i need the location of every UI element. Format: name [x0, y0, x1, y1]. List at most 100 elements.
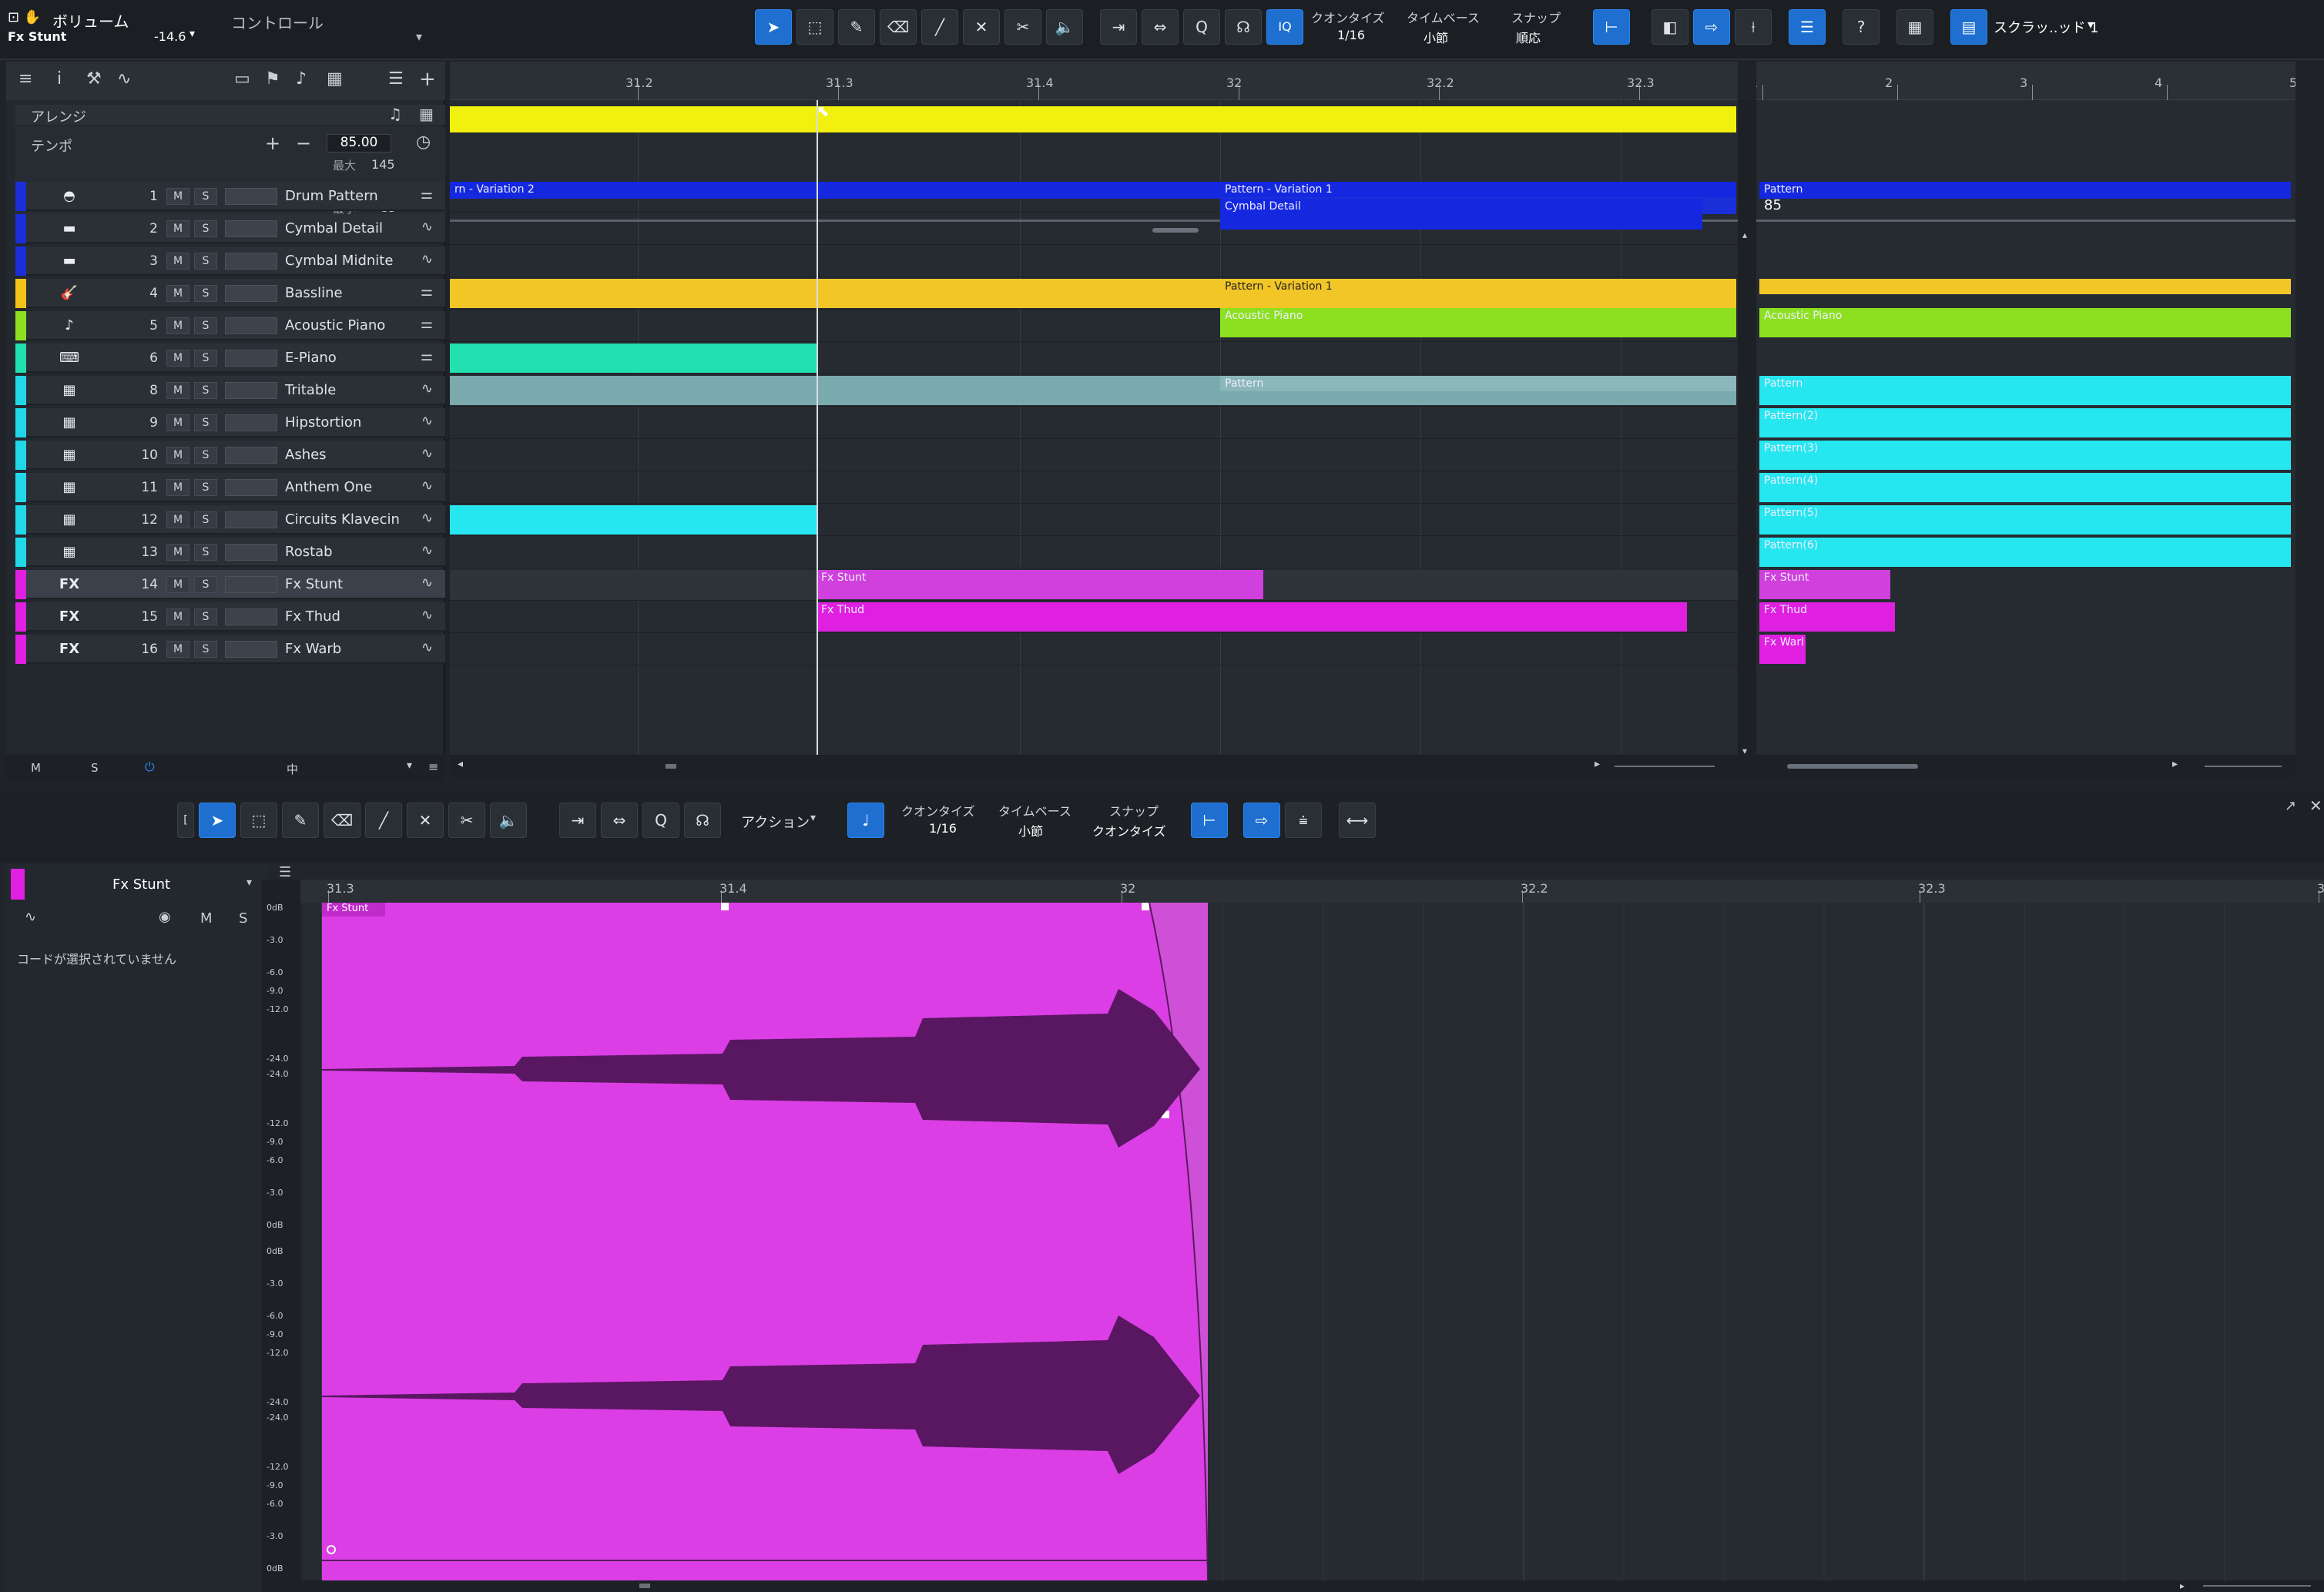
scroll-left-icon[interactable]: ◂	[458, 758, 463, 770]
track-slot[interactable]	[225, 317, 277, 334]
mute-button[interactable]: M	[166, 414, 189, 431]
mute-button[interactable]: M	[166, 511, 189, 528]
editor-zoom-slider[interactable]	[2203, 1585, 2311, 1587]
editor-track-dropdown-icon[interactable]: ▾	[246, 876, 252, 889]
track-row[interactable]: ⌨ 6 M S E-Piano ⚌	[15, 344, 445, 373]
editor-timebase-value[interactable]: 小節	[1018, 821, 1043, 840]
arrangement-clip[interactable]: Fx Warl	[1759, 635, 1806, 664]
editor-h-scrollbar[interactable]: ▸	[300, 1580, 2324, 1592]
arrangement-clip[interactable]: Pattern(3)	[1759, 441, 2291, 470]
action-dropdown-icon[interactable]: ▾	[810, 812, 816, 824]
solo-button[interactable]: S	[194, 285, 217, 302]
arrangement-clip[interactable]: Pattern - Variation 1	[1220, 182, 1736, 199]
tempo-max-value[interactable]: 145	[371, 157, 395, 172]
quantize-q-button[interactable]: Q	[1183, 9, 1220, 45]
solo-button[interactable]: S	[194, 382, 217, 399]
timebase-value[interactable]: 小節	[1424, 28, 1448, 46]
track-row[interactable]: 🎸 4 M S Bassline ⚌	[15, 279, 445, 308]
solo-button[interactable]: S	[194, 544, 217, 561]
v-scroll-up-icon[interactable]: ▴	[1742, 230, 1747, 240]
track-lane[interactable]	[450, 246, 1738, 277]
eraser-tool-button[interactable]: ⌫	[880, 9, 917, 45]
scratchpad-ruler[interactable]: 1 2 3 4 5	[1756, 62, 2295, 100]
grid-icon[interactable]: ▦	[327, 69, 343, 89]
mute-button[interactable]: M	[166, 317, 189, 334]
track-name[interactable]: Cymbal Detail	[285, 220, 383, 236]
track-automation-icon[interactable]: ∿	[421, 478, 433, 494]
tempo-add-icon[interactable]: +	[265, 132, 280, 154]
editor-scroll-right-icon[interactable]: ▸	[2180, 1580, 2185, 1591]
track-automation-icon[interactable]: ∿	[421, 251, 433, 267]
track-slot[interactable]	[225, 253, 277, 270]
arrangement-clip[interactable]: Fx Thud	[1759, 602, 1895, 632]
track-row[interactable]: ◓ 1 M S Drum Pattern ⚌	[15, 182, 445, 211]
arrange-note-icon[interactable]: ♫	[388, 105, 402, 123]
mute-button[interactable]: M	[166, 350, 189, 367]
track-lane[interactable]	[450, 635, 1738, 665]
editor-follow-button[interactable]: ⇨	[1243, 803, 1280, 838]
scroll-thumb[interactable]	[666, 764, 676, 769]
solo-button[interactable]: S	[194, 576, 217, 593]
track-slot[interactable]	[225, 350, 277, 367]
track-name[interactable]: Fx Warb	[285, 641, 341, 657]
scratchpad-dropdown-icon[interactable]: ▾	[2088, 17, 2094, 32]
arrangement-clip[interactable]: Fx Thud	[817, 602, 1687, 632]
track-slot[interactable]	[225, 511, 277, 528]
power-icon[interactable]: ⏻	[145, 759, 155, 775]
timeline-ruler[interactable]: 31.2 31.3 31.4 32 32.2 32.3	[450, 62, 1738, 100]
tempo-value[interactable]: 85.00	[327, 134, 391, 152]
help-button[interactable]: ?	[1843, 9, 1880, 45]
track-slot[interactable]	[225, 576, 277, 593]
close-editor-icon[interactable]: ✕	[2309, 796, 2322, 815]
track-automation-icon[interactable]: ⚌	[421, 348, 433, 364]
track-slot[interactable]	[225, 285, 277, 302]
list-icon[interactable]: ☰	[388, 69, 404, 89]
volume-value[interactable]: -14.6	[154, 29, 186, 44]
arrangement-clip[interactable]: Acoustic Piano	[1759, 308, 2291, 337]
mute-button[interactable]: M	[166, 188, 189, 205]
listen-tool-button[interactable]: 🔈	[1046, 9, 1083, 45]
editor-split-tool-button[interactable]: ✂	[448, 803, 485, 838]
editor-range-tool-button[interactable]: ⬚	[240, 803, 277, 838]
track-row[interactable]: ▬ 2 M S Cymbal Detail ∿	[15, 214, 445, 243]
editor-track-name[interactable]: Fx Stunt	[112, 876, 170, 893]
editor-fold-button[interactable]: ⩧	[1285, 803, 1322, 838]
track-name[interactable]: Cymbal Midnite	[285, 253, 393, 269]
track-name[interactable]: Circuits Klavecin	[285, 511, 400, 528]
track-automation-icon[interactable]: ⚌	[421, 316, 433, 332]
editor-listen-tool-button[interactable]: 🔈	[490, 803, 527, 838]
editor-scroll-thumb[interactable]	[639, 1584, 650, 1588]
track-automation-icon[interactable]: ∿	[421, 219, 433, 235]
track-name[interactable]: E-Piano	[285, 350, 337, 366]
snap-value[interactable]: 順応	[1516, 28, 1541, 46]
menu-icon[interactable]: ≡	[18, 69, 32, 89]
solo-button[interactable]: S	[194, 253, 217, 270]
editor-list-icon[interactable]: ☰	[279, 864, 294, 880]
playhead[interactable]	[817, 100, 818, 778]
stretch-tool-button[interactable]: ⇔	[1142, 9, 1179, 45]
arrangement-clip[interactable]	[450, 344, 817, 373]
editor-ruler[interactable]: 31.3 31.4 32 32.2 32.3 32.4	[300, 880, 2324, 903]
note-icon[interactable]: ♪	[296, 69, 307, 89]
expand-icon[interactable]: ↗	[2285, 798, 2296, 814]
mute-tool-button[interactable]: ✕	[963, 9, 1000, 45]
scratchpad-view[interactable]: 1 2 3 4 5 85 Pattern Acoustic Piano Pattern Pat…	[1756, 62, 2295, 778]
arrangement-clip[interactable]: Acoustic Piano	[1220, 308, 1736, 337]
arrangement-clip[interactable]	[450, 505, 817, 535]
mode-icons[interactable]: ⊡ ✋	[8, 9, 41, 25]
editor-paint-tool-button[interactable]: ╱	[365, 803, 402, 838]
track-row[interactable]: FX 15 M S Fx Thud ∿	[15, 602, 445, 632]
zoom-slider[interactable]	[1615, 766, 1715, 767]
split-tool-button[interactable]: ✂	[1004, 9, 1041, 45]
arrangement-clip[interactable]: Pattern	[1759, 376, 2291, 405]
mute-button[interactable]: M	[166, 544, 189, 561]
mute-button[interactable]: M	[166, 576, 189, 593]
mute-button[interactable]: M	[166, 382, 189, 399]
track-name[interactable]: Acoustic Piano	[285, 317, 385, 333]
track-automation-icon[interactable]: ∿	[421, 510, 433, 526]
track-automation-icon[interactable]: ∿	[421, 413, 433, 429]
track-automation-icon[interactable]: ∿	[421, 542, 433, 558]
editor-snap-toggle-button[interactable]: ⊢	[1191, 803, 1228, 838]
control-dropdown-icon[interactable]: ▾	[416, 29, 422, 44]
arrangement-view[interactable]: 31.2 31.3 31.4 32 32.2 32.3 rn - Variation 2 P…	[450, 62, 1738, 778]
